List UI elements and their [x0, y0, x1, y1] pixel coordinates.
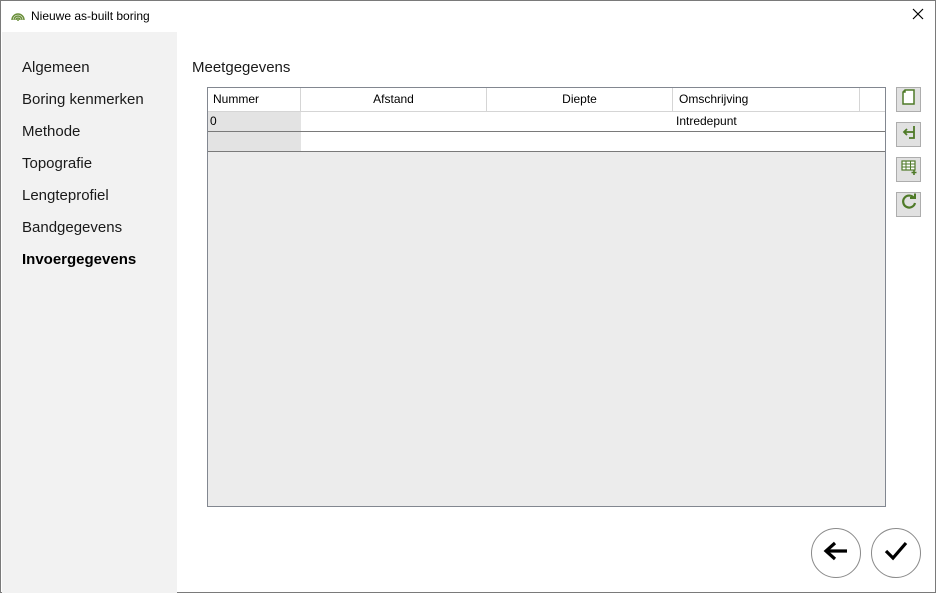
- refresh-button[interactable]: [896, 192, 921, 217]
- insert-row-icon: [900, 123, 918, 146]
- sidebar-item-algemeen[interactable]: Algemeen: [22, 59, 90, 76]
- arrow-left-icon: [823, 540, 849, 567]
- cell-omschrijving[interactable]: [673, 132, 885, 151]
- sidebar-item-bandgegevens[interactable]: Bandgegevens: [22, 219, 122, 236]
- cell-afstand[interactable]: [301, 132, 487, 151]
- column-header-afstand[interactable]: Afstand: [301, 88, 487, 111]
- sidebar: Algemeen Boring kenmerken Methode Topogr…: [2, 32, 177, 593]
- new-document-button[interactable]: [896, 87, 921, 112]
- sidebar-item-topografie[interactable]: Topografie: [22, 155, 92, 172]
- sidebar-item-methode[interactable]: Methode: [22, 123, 80, 140]
- close-button[interactable]: [901, 1, 935, 31]
- close-icon: [912, 7, 924, 25]
- insert-row-button[interactable]: [896, 122, 921, 147]
- window-title: Nieuwe as-built boring: [31, 9, 150, 23]
- checkmark-icon: [884, 540, 908, 567]
- back-button[interactable]: [811, 528, 861, 578]
- table-row[interactable]: 0 Intredepunt: [208, 112, 885, 132]
- measurement-grid[interactable]: Nummer Afstand Diepte Omschrijving 0 Int…: [207, 87, 886, 507]
- title-bar: Nieuwe as-built boring: [1, 1, 935, 32]
- sidebar-item-invoergegevens[interactable]: Invoergegevens: [22, 251, 136, 268]
- section-title: Meetgegevens: [192, 59, 291, 76]
- column-header-nummer[interactable]: Nummer: [208, 88, 301, 111]
- table-row[interactable]: [208, 132, 885, 152]
- cell-nummer[interactable]: [208, 132, 301, 151]
- confirm-button[interactable]: [871, 528, 921, 578]
- cell-nummer[interactable]: 0: [208, 112, 301, 131]
- cell-afstand[interactable]: [301, 112, 487, 131]
- dialog-window: Nieuwe as-built boring Algemeen Boring k…: [0, 0, 936, 593]
- sidebar-item-lengteprofiel[interactable]: Lengteprofiel: [22, 187, 109, 204]
- sidebar-item-boring-kenmerken[interactable]: Boring kenmerken: [22, 91, 144, 108]
- cell-diepte[interactable]: [487, 132, 673, 151]
- column-header-omschrijving[interactable]: Omschrijving: [673, 88, 860, 111]
- column-header-diepte[interactable]: Diepte: [487, 88, 673, 111]
- add-table-row-icon: [900, 158, 918, 181]
- refresh-icon: [900, 193, 918, 216]
- new-document-icon: [900, 88, 918, 111]
- cell-diepte[interactable]: [487, 112, 673, 131]
- concentric-arcs-icon: [10, 8, 26, 24]
- grid-header: Nummer Afstand Diepte Omschrijving: [208, 88, 885, 112]
- add-table-row-button[interactable]: [896, 157, 921, 182]
- cell-omschrijving[interactable]: Intredepunt: [673, 112, 885, 131]
